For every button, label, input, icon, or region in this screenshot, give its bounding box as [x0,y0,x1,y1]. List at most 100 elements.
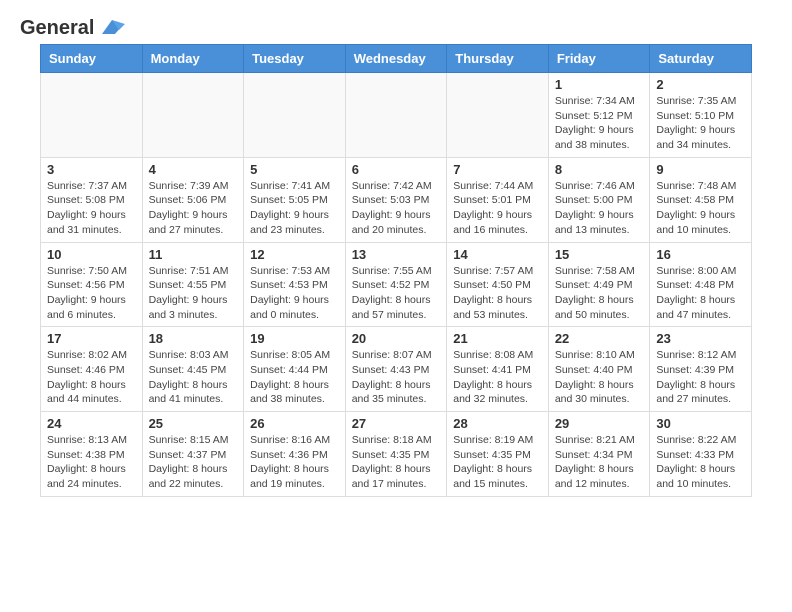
calendar-cell: 5Sunrise: 7:41 AMSunset: 5:05 PMDaylight… [244,157,346,242]
day-info: Sunrise: 7:53 AMSunset: 4:53 PMDaylight:… [250,264,339,323]
calendar-cell: 4 Sunrise: 7:39 AMSunset: 5:06 PMDaylight… [142,157,244,242]
day-info: Sunrise: 8:03 AMSunset: 4:45 PMDaylight:… [149,348,238,407]
day-number: 18 [149,331,238,346]
day-info: Sunrise: 7:34 AMSunset: 5:12 PMDaylight:… [555,94,644,153]
calendar-cell: 17 Sunrise: 8:02 AMSunset: 4:46 PMDayligh… [41,327,143,412]
day-number: 1 [555,77,644,92]
day-info: Sunrise: 7:35 AMSunset: 5:10 PMDaylight:… [656,94,745,153]
day-number: 25 [149,416,238,431]
day-info: Sunrise: 8:08 AMSunset: 4:41 PMDaylight:… [453,348,542,407]
calendar-header-friday: Friday [548,45,650,73]
calendar-cell [244,73,346,158]
day-info: Sunrise: 8:16 AMSunset: 4:36 PMDaylight:… [250,433,339,492]
calendar-cell: 28 Sunrise: 8:19 AMSunset: 4:35 PMDayligh… [447,412,549,497]
calendar-cell: 19 Sunrise: 8:05 AMSunset: 4:44 PMDayligh… [244,327,346,412]
calendar-cell: 29 Sunrise: 8:21 AMSunset: 4:34 PMDayligh… [548,412,650,497]
day-info: Sunrise: 8:15 AMSunset: 4:37 PMDaylight:… [149,433,238,492]
day-number: 26 [250,416,339,431]
calendar-cell: 2 Sunrise: 7:35 AMSunset: 5:10 PMDaylight… [650,73,752,158]
calendar-cell: 6 Sunrise: 7:42 AMSunset: 5:03 PMDaylight… [345,157,447,242]
calendar-cell: 15Sunrise: 7:58 AMSunset: 4:49 PMDayligh… [548,242,650,327]
calendar-cell: 14 Sunrise: 7:57 AMSunset: 4:50 PMDayligh… [447,242,549,327]
calendar-cell: 21 Sunrise: 8:08 AMSunset: 4:41 PMDayligh… [447,327,549,412]
day-number: 19 [250,331,339,346]
calendar-week-2: 10 Sunrise: 7:50 AMSunset: 4:56 PMDayligh… [41,242,752,327]
day-number: 17 [47,331,136,346]
day-number: 9 [656,162,745,177]
day-info: Sunrise: 8:10 AMSunset: 4:40 PMDaylight:… [555,348,644,407]
day-number: 27 [352,416,441,431]
day-number: 22 [555,331,644,346]
calendar-cell: 24Sunrise: 8:13 AMSunset: 4:38 PMDayligh… [41,412,143,497]
day-info: Sunrise: 7:48 AMSunset: 4:58 PMDaylight:… [656,179,745,238]
calendar-table: SundayMondayTuesdayWednesdayThursdayFrid… [40,44,752,497]
day-info: Sunrise: 7:44 AMSunset: 5:01 PMDaylight:… [453,179,542,238]
day-info: Sunrise: 7:57 AMSunset: 4:50 PMDaylight:… [453,264,542,323]
calendar-week-1: 3Sunrise: 7:37 AMSunset: 5:08 PMDaylight… [41,157,752,242]
day-number: 23 [656,331,745,346]
calendar-cell: 10 Sunrise: 7:50 AMSunset: 4:56 PMDayligh… [41,242,143,327]
day-number: 2 [656,77,745,92]
logo-text: General [20,16,127,36]
day-info: Sunrise: 8:05 AMSunset: 4:44 PMDaylight:… [250,348,339,407]
day-number: 6 [352,162,441,177]
day-number: 3 [47,162,136,177]
day-number: 10 [47,247,136,262]
day-info: Sunrise: 7:41 AMSunset: 5:05 PMDaylight:… [250,179,339,238]
day-number: 8 [555,162,644,177]
day-info: Sunrise: 7:55 AMSunset: 4:52 PMDaylight:… [352,264,441,323]
calendar-header-tuesday: Tuesday [244,45,346,73]
calendar-cell: 20Sunrise: 8:07 AMSunset: 4:43 PMDayligh… [345,327,447,412]
calendar-cell: 13 Sunrise: 7:55 AMSunset: 4:52 PMDayligh… [345,242,447,327]
calendar-header-sunday: Sunday [41,45,143,73]
calendar-header-saturday: Saturday [650,45,752,73]
calendar-cell: 8Sunrise: 7:46 AMSunset: 5:00 PMDaylight… [548,157,650,242]
day-number: 13 [352,247,441,262]
page-container: General SundayMondayTuesdayWednesdayThur… [0,0,792,517]
calendar-wrapper: SundayMondayTuesdayWednesdayThursdayFrid… [0,44,792,517]
calendar-cell: 27Sunrise: 8:18 AMSunset: 4:35 PMDayligh… [345,412,447,497]
calendar-cell: 11 Sunrise: 7:51 AMSunset: 4:55 PMDayligh… [142,242,244,327]
calendar-cell [447,73,549,158]
calendar-header-row: SundayMondayTuesdayWednesdayThursdayFrid… [41,45,752,73]
day-number: 12 [250,247,339,262]
calendar-header-thursday: Thursday [447,45,549,73]
calendar-week-4: 24Sunrise: 8:13 AMSunset: 4:38 PMDayligh… [41,412,752,497]
day-number: 29 [555,416,644,431]
calendar-cell: 25 Sunrise: 8:15 AMSunset: 4:37 PMDayligh… [142,412,244,497]
calendar-cell: 16 Sunrise: 8:00 AMSunset: 4:48 PMDayligh… [650,242,752,327]
calendar-cell: 1 Sunrise: 7:34 AMSunset: 5:12 PMDaylight… [548,73,650,158]
day-info: Sunrise: 8:19 AMSunset: 4:35 PMDaylight:… [453,433,542,492]
day-info: Sunrise: 7:50 AMSunset: 4:56 PMDaylight:… [47,264,136,323]
day-info: Sunrise: 8:21 AMSunset: 4:34 PMDaylight:… [555,433,644,492]
day-number: 20 [352,331,441,346]
calendar-cell: 7Sunrise: 7:44 AMSunset: 5:01 PMDaylight… [447,157,549,242]
calendar-header-monday: Monday [142,45,244,73]
day-number: 30 [656,416,745,431]
calendar-cell: 22 Sunrise: 8:10 AMSunset: 4:40 PMDayligh… [548,327,650,412]
logo-general: General [20,17,94,40]
day-info: Sunrise: 8:22 AMSunset: 4:33 PMDaylight:… [656,433,745,492]
day-info: Sunrise: 7:51 AMSunset: 4:55 PMDaylight:… [149,264,238,323]
logo: General [20,16,127,36]
day-info: Sunrise: 7:42 AMSunset: 5:03 PMDaylight:… [352,179,441,238]
calendar-cell: 9 Sunrise: 7:48 AMSunset: 4:58 PMDaylight… [650,157,752,242]
header: General [0,0,792,44]
day-info: Sunrise: 8:02 AMSunset: 4:46 PMDaylight:… [47,348,136,407]
day-number: 21 [453,331,542,346]
day-number: 14 [453,247,542,262]
day-number: 16 [656,247,745,262]
logo-bird-icon [97,16,127,40]
day-number: 28 [453,416,542,431]
calendar-cell [345,73,447,158]
day-info: Sunrise: 7:39 AMSunset: 5:06 PMDaylight:… [149,179,238,238]
day-info: Sunrise: 8:12 AMSunset: 4:39 PMDaylight:… [656,348,745,407]
day-number: 11 [149,247,238,262]
calendar-cell: 30 Sunrise: 8:22 AMSunset: 4:33 PMDayligh… [650,412,752,497]
calendar-cell: 12 Sunrise: 7:53 AMSunset: 4:53 PMDayligh… [244,242,346,327]
day-number: 4 [149,162,238,177]
day-number: 24 [47,416,136,431]
day-number: 15 [555,247,644,262]
day-info: Sunrise: 8:00 AMSunset: 4:48 PMDaylight:… [656,264,745,323]
calendar-cell: 23 Sunrise: 8:12 AMSunset: 4:39 PMDayligh… [650,327,752,412]
